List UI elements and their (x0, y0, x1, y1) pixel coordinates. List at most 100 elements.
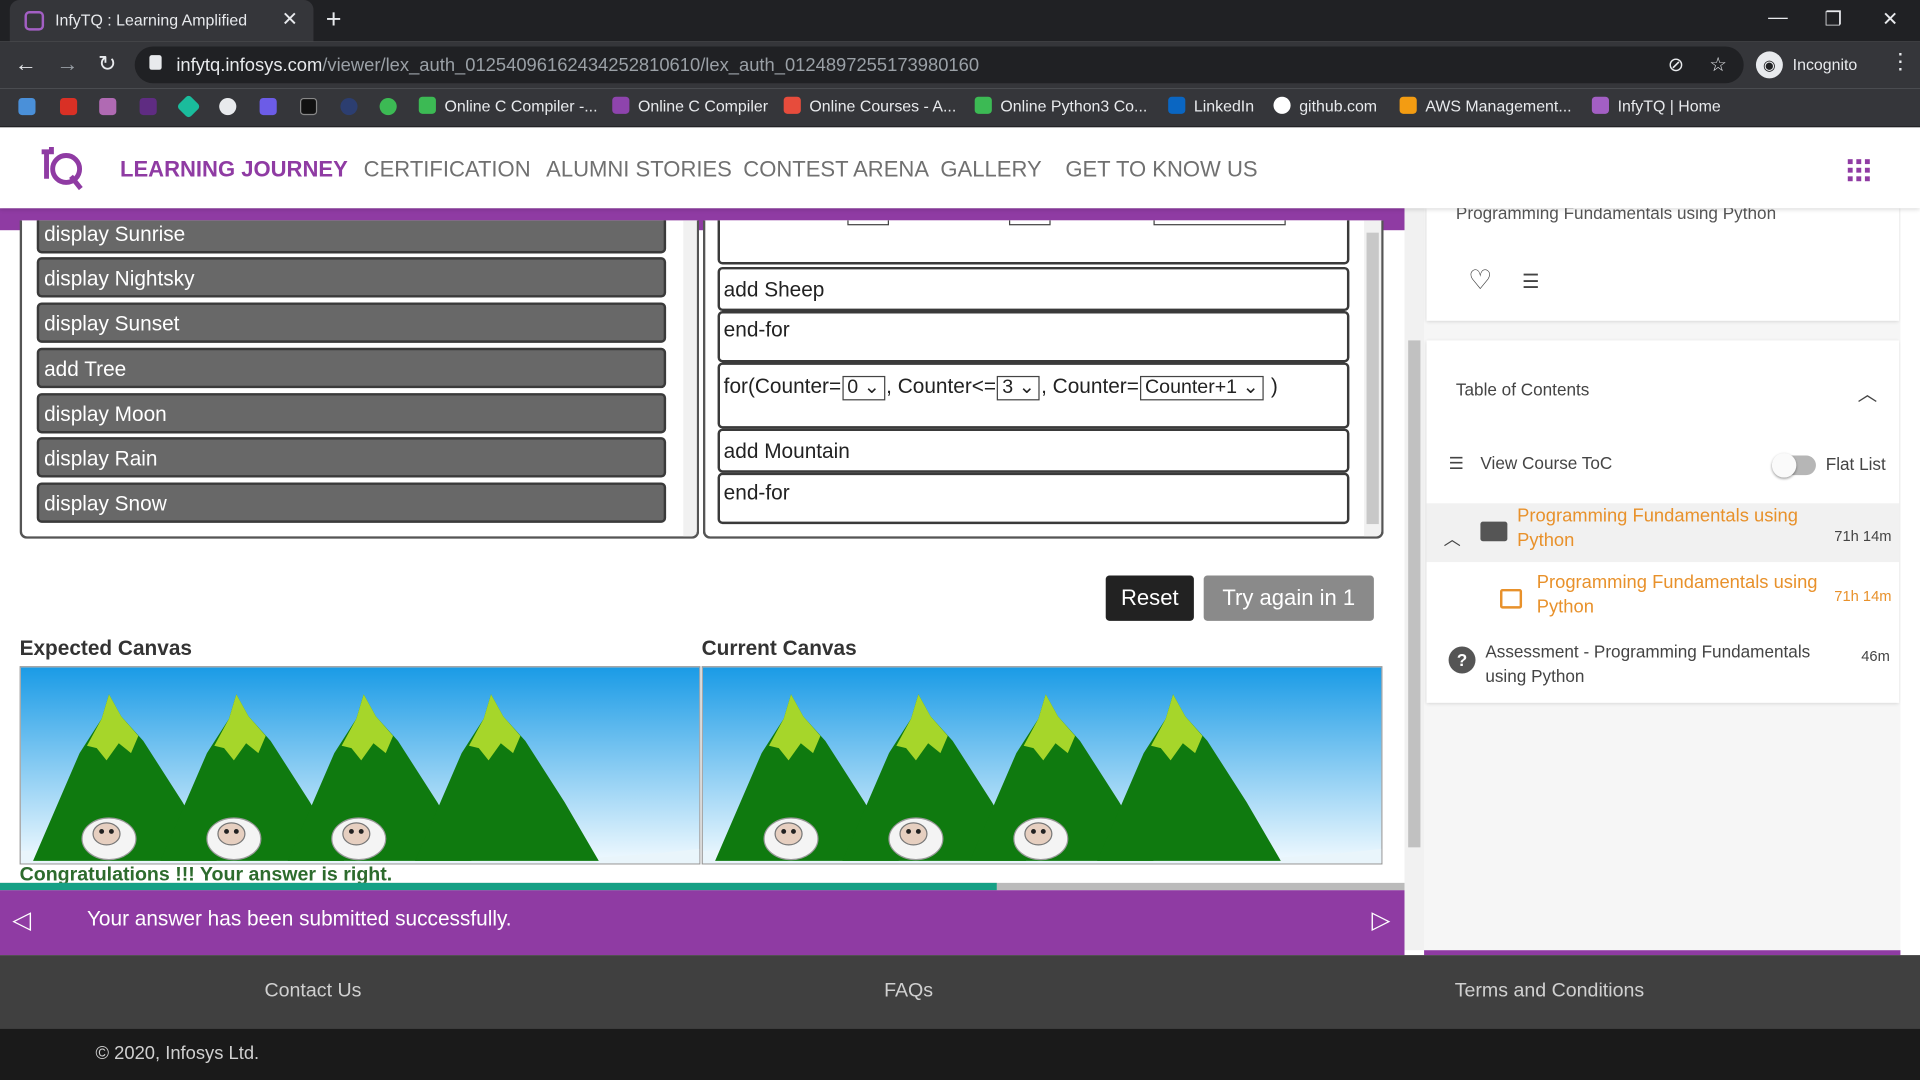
diamond-icon[interactable] (176, 94, 201, 119)
main-scrollbar[interactable] (1404, 208, 1425, 951)
courses-icon (783, 96, 801, 114)
chevron-up-icon[interactable]: ︿ (1444, 527, 1461, 551)
bookmark-online-c-compiler-2[interactable]: Online C Compiler (612, 96, 768, 120)
code-line-endfor[interactable]: end-for (717, 472, 1350, 525)
terms-link[interactable]: Terms and Conditions (1455, 981, 1644, 1003)
leetcode-icon[interactable] (379, 97, 397, 116)
bookmark-online-c-compiler-1[interactable]: Online C Compiler -... (418, 96, 598, 120)
browser-menu-icon[interactable]: ⋮ (1889, 49, 1911, 75)
restore-button[interactable]: ❐ (1825, 7, 1843, 31)
command-item[interactable]: display Moon (36, 393, 667, 434)
select-box (1153, 220, 1286, 226)
back-button[interactable]: ← (15, 51, 37, 77)
command-scrollbar[interactable] (683, 220, 697, 537)
flat-list-toggle[interactable] (1771, 453, 1816, 478)
faqs-link[interactable]: FAQs (884, 981, 933, 1003)
nav-get-to-know-us[interactable]: GET TO KNOW US (1065, 157, 1257, 183)
for-suffix: ) (1265, 374, 1278, 398)
forward-button[interactable]: → (56, 51, 78, 77)
gmail-icon[interactable] (60, 97, 78, 116)
bookmark-github[interactable]: github.com (1273, 96, 1377, 120)
nav-gallery[interactable]: GALLERY (940, 157, 1041, 183)
list-icon: ☰ (1448, 453, 1464, 473)
contact-us-link[interactable]: Contact Us (264, 981, 361, 1003)
copyright-text: © 2020, Infosys Ltd. (95, 1043, 260, 1065)
code-line-partial[interactable] (717, 220, 1350, 265)
current-canvas (701, 666, 1383, 865)
sheep (81, 817, 137, 861)
lock-icon (149, 55, 162, 70)
code-icon (974, 96, 992, 114)
next-arrow-icon[interactable]: ▷ (1371, 905, 1390, 936)
bookmark-online-courses[interactable]: Online Courses - A... (783, 96, 956, 120)
code-line-for-loop[interactable]: for(Counter= 0 ⌄, Counter<= 3 ⌄, Counter= C… (717, 362, 1350, 429)
nav-alumni-stories[interactable]: ALUMNI STORIES (546, 157, 732, 183)
nav-certification[interactable]: CERTIFICATION (364, 157, 531, 183)
apps-icon[interactable] (18, 97, 36, 116)
code-icon (418, 96, 436, 114)
hackerrank-icon[interactable] (300, 97, 318, 116)
toc-assessment-time: 46m (1861, 647, 1890, 665)
counter-end-select[interactable]: 3 ⌄ (997, 375, 1040, 401)
expected-canvas-title: Expected Canvas (19, 636, 192, 661)
window-close-button[interactable]: ✕ (1882, 7, 1898, 31)
code-text: add Mountain (723, 439, 850, 463)
code-line-add-mountain[interactable]: add Mountain (717, 428, 1350, 473)
bookmark-icon[interactable] (99, 97, 117, 116)
chevron-up-icon[interactable]: ︿ (1858, 377, 1878, 406)
command-item[interactable]: display Sunrise (36, 220, 667, 254)
code-line-endfor[interactable]: end-for (717, 311, 1350, 363)
counter-start-select[interactable]: 0 ⌄ (842, 375, 885, 401)
view-toc-link[interactable]: View Course ToC (1480, 453, 1612, 473)
address-bar[interactable]: infytq.infosys.com/viewer/lex_auth_01254… (134, 46, 1744, 84)
previous-arrow-icon[interactable]: ◁ (12, 905, 31, 936)
scroll-thumb[interactable] (1408, 340, 1421, 848)
counter-step-select[interactable]: Counter+1 ⌄ (1140, 375, 1264, 401)
command-item[interactable]: add Tree (36, 347, 667, 389)
browser-tab[interactable]: InfyTQ : Learning Amplified ✕ (9, 0, 314, 42)
bookmark-linkedin[interactable]: LinkedIn (1168, 96, 1254, 120)
reload-button[interactable]: ↻ (98, 51, 116, 77)
nav-learning-journey[interactable]: LEARNING JOURNEY (120, 157, 348, 183)
for-loop-text: for(Counter= 0 ⌄, Counter<= 3 ⌄, Counter= C… (724, 375, 1278, 401)
for-increment: , Counter= (1041, 374, 1139, 398)
bookmark-online-python3[interactable]: Online Python3 Co... (974, 96, 1147, 120)
command-item[interactable]: display Snow (36, 482, 667, 523)
globe-icon[interactable] (340, 97, 358, 116)
toc-resource-title[interactable]: Programming Fundamentals using Python (1537, 571, 1819, 620)
try-again-button[interactable]: Try again in 1 (1203, 575, 1374, 621)
command-item[interactable]: display Nightsky (36, 257, 667, 298)
infytq-logo-icon[interactable] (37, 142, 84, 191)
browser-tab-strip: InfyTQ : Learning Amplified ✕ + — ❐ ✕ (0, 0, 1920, 42)
command-item[interactable]: display Sunset (36, 302, 667, 343)
command-item[interactable]: display Rain (36, 437, 667, 478)
toc-module-time: 71h 14m (1834, 527, 1892, 545)
scroll-thumb[interactable] (1366, 232, 1379, 525)
tab-close-icon[interactable]: ✕ (282, 7, 298, 31)
for-prefix: for(Counter= (723, 374, 842, 398)
new-tab-button[interactable]: + (326, 4, 342, 36)
heart-icon[interactable]: ♡ (1468, 264, 1492, 296)
current-scene (702, 667, 1382, 864)
apps-grid-icon[interactable] (1847, 159, 1870, 182)
page-edge (1900, 208, 1920, 956)
bookmark-infytq-home[interactable]: InfyTQ | Home (1591, 96, 1721, 120)
code-line-add-sheep[interactable]: add Sheep (717, 266, 1350, 312)
nav-contest-arena[interactable]: CONTEST ARENA (743, 157, 929, 183)
code-area: add Sheep end-for for(Counter= 0 ⌄, Count… (702, 220, 1384, 539)
sheep (331, 817, 387, 861)
toc-assessment-title[interactable]: Assessment - Programming Fundamentals us… (1485, 639, 1846, 688)
playlist-icon[interactable]: ☰ (1522, 269, 1540, 293)
eye-off-icon[interactable]: ⊘ (1668, 53, 1684, 77)
for-condition: , Counter<= (886, 374, 997, 398)
reset-button[interactable]: Reset (1105, 575, 1194, 621)
minimize-button[interactable]: — (1768, 7, 1788, 29)
mail-icon[interactable] (139, 97, 157, 116)
code-scrollbar[interactable] (1364, 220, 1382, 537)
toc-module-title[interactable]: Programming Fundamentals using Python (1517, 504, 1823, 555)
bolt-icon[interactable] (259, 97, 277, 116)
bookmark-star-icon[interactable]: ☆ (1709, 53, 1727, 77)
bookmark-aws[interactable]: AWS Management... (1399, 96, 1572, 120)
account-icon[interactable] (219, 97, 237, 116)
toc-resource-time: 71h 14m (1834, 587, 1892, 605)
